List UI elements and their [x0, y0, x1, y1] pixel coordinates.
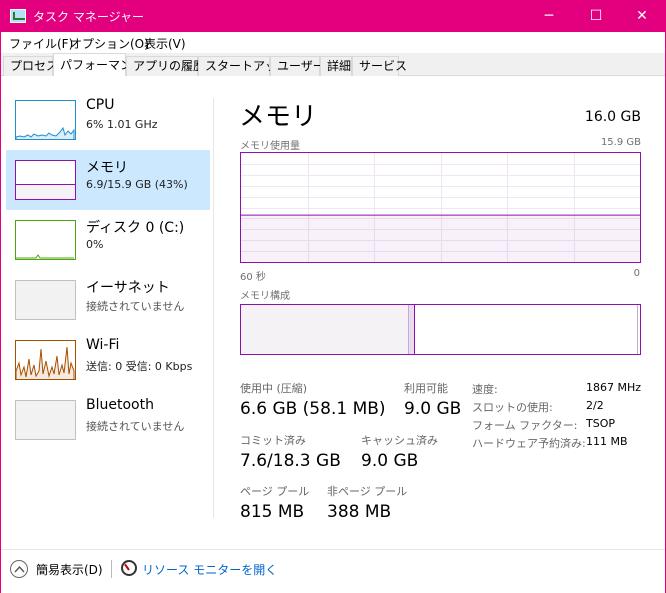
task-manager-window: タスク マネージャー ─ ☐ ✕ ファイル(F) オプション(O) 表示(V) …: [0, 0, 666, 593]
sidebar-item-label: イーサネット: [86, 280, 170, 296]
time-axis-start: 60 秒: [240, 272, 266, 283]
form-factor-value: TSOP: [586, 417, 615, 430]
sidebar-item-label: ディスク 0 (C:): [86, 220, 185, 236]
tab-app-history[interactable]: アプリの履歴: [126, 56, 205, 76]
ethernet-mini-graph: [15, 280, 76, 320]
fewer-details-button[interactable]: 簡易表示(D): [36, 561, 103, 578]
cached-value: 9.0 GB: [361, 451, 419, 471]
page-title: メモリ: [239, 102, 318, 132]
usage-area: [241, 215, 640, 262]
disk-mini-graph: [15, 220, 76, 260]
time-axis-end: 0: [633, 268, 640, 279]
composition-in-use: [241, 305, 409, 354]
tab-details[interactable]: 詳細: [320, 56, 352, 76]
wifi-mini-graph: [15, 340, 76, 380]
form-factor-label: フォーム ファクター:: [472, 419, 578, 432]
footer-bar: 簡易表示(D) リソース モニターを開く: [1, 549, 665, 593]
sidebar-item-label: メモリ: [86, 160, 128, 176]
sidebar-item-value: 6% 1.01 GHz: [86, 118, 158, 131]
sidebar-item-bluetooth[interactable]: Bluetooth 接続されていません: [6, 390, 210, 450]
sidebar-item-disk[interactable]: ディスク 0 (C:) 0%: [6, 210, 210, 270]
menu-view[interactable]: 表示(V): [144, 35, 186, 52]
minimize-button[interactable]: ─: [526, 1, 572, 32]
task-manager-app-icon: [10, 9, 26, 23]
slots-value: 2/2: [586, 399, 604, 412]
committed-label: コミット済み: [240, 434, 306, 447]
tab-performance[interactable]: パフォーマンス: [53, 53, 144, 77]
menu-file[interactable]: ファイル(F): [9, 35, 73, 52]
sidebar-item-wifi[interactable]: Wi-Fi 送信: 0 受信: 0 Kbps: [6, 330, 210, 390]
committed-value: 7.6/18.3 GB: [240, 451, 341, 471]
tab-services[interactable]: サービス: [352, 56, 407, 76]
composition-label: メモリ構成: [240, 291, 290, 302]
hardware-reserved-label: ハードウェア予約済み:: [472, 437, 586, 450]
speed-label: 速度:: [472, 383, 498, 396]
chevron-up-icon[interactable]: [10, 560, 28, 578]
memory-mini-graph: [15, 160, 76, 200]
sidebar-item-cpu[interactable]: CPU 6% 1.01 GHz: [6, 90, 210, 150]
speed-value: 1867 MHz: [586, 381, 642, 394]
usage-graph-label: メモリ使用量: [240, 141, 300, 152]
nonpaged-pool-label: 非ページ プール: [327, 485, 408, 498]
memory-total: 16.0 GB: [584, 109, 641, 125]
sidebar-item-label: Wi-Fi: [86, 337, 120, 353]
available-label: 利用可能: [404, 382, 448, 395]
sidebar-item-ethernet[interactable]: イーサネット 接続されていません: [6, 270, 210, 330]
open-resource-monitor-link[interactable]: リソース モニターを開く: [142, 561, 277, 578]
available-value: 9.0 GB: [404, 399, 462, 419]
sidebar-divider: [213, 98, 214, 518]
cpu-mini-graph: [15, 100, 76, 140]
performance-panel: CPU 6% 1.01 GHz メモリ 6.9/15.9 GB (43%) ディ…: [1, 76, 665, 549]
menu-options[interactable]: オプション(O): [70, 35, 149, 52]
memory-usage-graph: [240, 152, 641, 263]
sidebar-item-value: 接続されていません: [86, 420, 185, 433]
window-title: タスク マネージャー: [33, 10, 144, 24]
sidebar-item-value: 接続されていません: [86, 300, 185, 313]
tab-strip: プロセス パフォーマンス アプリの履歴 スタートアップ ユーザー 詳細 サービス: [1, 53, 665, 77]
sidebar-item-memory[interactable]: メモリ 6.9/15.9 GB (43%): [6, 150, 210, 210]
usage-graph-max: 15.9 GB: [600, 137, 641, 148]
paged-pool-value: 815 MB: [240, 502, 305, 522]
sidebar-item-value: 6.9/15.9 GB (43%): [86, 178, 188, 191]
paged-pool-label: ページ プール: [240, 485, 310, 498]
tab-processes[interactable]: プロセス: [3, 56, 58, 76]
in-use-value: 6.6 GB (58.1 MB): [240, 399, 386, 419]
nonpaged-pool-value: 388 MB: [327, 502, 392, 522]
sidebar-item-label: CPU: [86, 97, 115, 113]
bluetooth-mini-graph: [15, 400, 76, 440]
hardware-reserved-value: 111 MB: [586, 435, 628, 448]
title-bar[interactable]: タスク マネージャー ─ ☐ ✕: [1, 1, 665, 32]
cached-label: キャッシュ済み: [361, 434, 438, 447]
maximize-button[interactable]: ☐: [573, 1, 619, 32]
footer-separator: [111, 560, 112, 578]
menu-bar: ファイル(F) オプション(O) 表示(V): [1, 32, 665, 53]
memory-composition-bar: [240, 304, 641, 355]
in-use-label: 使用中 (圧縮): [240, 382, 308, 395]
sidebar-item-value: 0%: [86, 238, 104, 251]
sidebar-item-label: Bluetooth: [86, 397, 154, 413]
sidebar-item-value: 送信: 0 受信: 0 Kbps: [86, 360, 193, 373]
slots-label: スロットの使用:: [472, 401, 553, 414]
tab-startup[interactable]: スタートアップ: [198, 56, 289, 76]
tab-users[interactable]: ユーザー: [270, 56, 325, 76]
composition-standby: [415, 305, 638, 354]
resource-monitor-icon[interactable]: [121, 560, 137, 576]
close-button[interactable]: ✕: [619, 1, 665, 32]
